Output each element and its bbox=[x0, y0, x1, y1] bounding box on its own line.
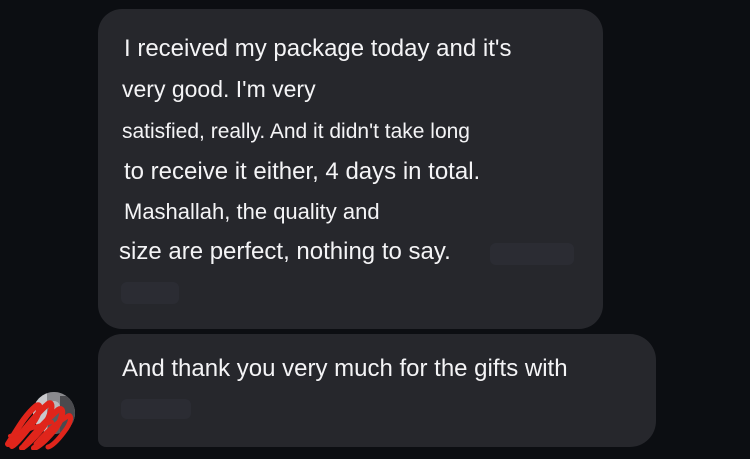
message-text-line: Mashallah, the quality and bbox=[124, 199, 380, 224]
message-text-line: satisfied, really. And it didn't take lo… bbox=[122, 120, 470, 143]
message-bubble-received[interactable] bbox=[98, 334, 656, 447]
message-text-line: very good. I'm very bbox=[122, 76, 316, 102]
redacted-text bbox=[121, 282, 179, 304]
message-text-line: And thank you very much for the gifts wi… bbox=[122, 355, 568, 382]
redacted-text bbox=[121, 399, 191, 419]
message-text-line: I received my package today and it's bbox=[124, 35, 512, 62]
sender-avatar[interactable] bbox=[2, 392, 76, 450]
message-text-line: size are perfect, nothing to say. bbox=[119, 238, 451, 265]
avatar-photo-icon bbox=[5, 392, 75, 450]
redacted-text bbox=[490, 243, 574, 265]
message-text-line: to receive it either, 4 days in total. bbox=[124, 158, 481, 185]
